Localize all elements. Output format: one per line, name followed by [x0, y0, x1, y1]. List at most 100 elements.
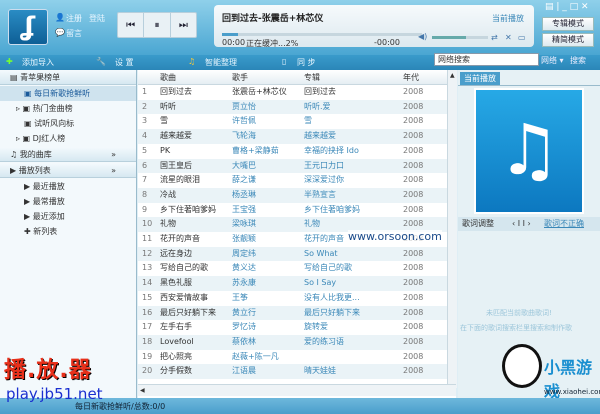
table-row[interactable]: 16 最后只好躺下来 黄立行 最后只好躺下来 2008 [138, 305, 448, 321]
header-song[interactable]: 歌曲 [160, 72, 176, 83]
year: 2008 [403, 292, 424, 302]
album: 旋转爱 [304, 322, 328, 332]
now-playing-link[interactable]: 当前播放 [492, 13, 524, 24]
row-index: 9 [142, 204, 148, 214]
lyric-adjust-bar: 歌词调整 ‹ I I › 歌词不正确 [458, 217, 600, 231]
row-index: 5 [142, 145, 148, 155]
playlist-added[interactable]: ▶ 最近添加 [0, 209, 136, 224]
table-row[interactable]: 5 PK 曹格+梁静茹 幸福的抉择 Ido 2008 [138, 144, 448, 159]
lyric-offset-control[interactable]: ‹ I I › [512, 217, 531, 231]
pause-button[interactable]: ⏸ [144, 13, 171, 37]
album: 深深爱过你 [304, 175, 344, 185]
table-row[interactable]: 8 冷战 杨丞琳 半熟宣言 2008 [138, 187, 448, 203]
previous-button[interactable]: ⏮ [118, 13, 145, 37]
song-title: 雪 [160, 116, 168, 126]
album: 听听.爱 [304, 101, 331, 111]
label: 我的曲库 [19, 150, 52, 159]
header-album[interactable]: 专辑 [304, 72, 320, 83]
table-row[interactable]: 7 流星的眼泪 薛之谦 深深爱过你 2008 [138, 173, 448, 188]
search-input[interactable]: 网络搜索 [434, 53, 539, 66]
year: 2008 [403, 263, 424, 273]
table-row[interactable]: 3 雪 许哲佩 雪 2008 [138, 114, 448, 129]
progress-bar[interactable] [222, 33, 422, 36]
song-title: 把心照亮 [160, 351, 192, 361]
volume-icon[interactable]: ◀) [418, 32, 427, 41]
register-link[interactable]: 注册 [66, 13, 82, 24]
vertical-scrollbar[interactable]: ▲ [447, 70, 457, 388]
singer: 王筝 [232, 292, 248, 302]
table-row[interactable]: 18 Lovefool 蔡依林 爱的练习语 2008 [138, 334, 448, 350]
playlist-most[interactable]: ▶ 最常播放 [0, 194, 136, 209]
table-row[interactable]: 19 把心照亮 赵薇+陈一凡 2008 [138, 350, 448, 365]
sync-button[interactable]: 同 步 [297, 57, 316, 68]
table-row[interactable]: 20 分手假数 江语晨 晴天娃娃 2008 [138, 364, 448, 379]
year: 2008 [403, 116, 424, 126]
smart-organize-button[interactable]: 智能整理 [205, 57, 237, 68]
row-index: 17 [142, 322, 153, 332]
song-title: 西安爱情故事 [160, 292, 208, 302]
album: 写给自己的歌 [304, 263, 352, 273]
window-controls[interactable]: ▤ | _ □ ✕ [545, 2, 589, 12]
row-index: 14 [142, 278, 153, 288]
header-year[interactable]: 年代 [403, 72, 419, 83]
year: 2008 [403, 366, 424, 376]
panda-watermark: 小黑游戏 www.xiaohei.com [500, 340, 600, 401]
next-button[interactable]: ⏭ [171, 13, 196, 37]
wrench-icon: 🔧 [96, 57, 106, 66]
search-button[interactable]: 搜索 [570, 55, 586, 66]
year: 2008 [403, 101, 424, 111]
message-link[interactable]: 留言 [66, 28, 82, 39]
sidebar-item-trial[interactable]: ▣ 试听风向标 [0, 116, 136, 131]
volume-slider[interactable] [432, 36, 488, 39]
table-row[interactable]: 9 乡下住著咱爹妈 王宝强 乡下住著咱爹妈 2008 [138, 203, 448, 218]
album: 越来越爱 [304, 131, 336, 141]
tab-now-playing[interactable]: 当前播放 [460, 72, 500, 85]
album: 没有人比我更... [304, 292, 360, 302]
song-title: 乡下住著咱爹妈 [160, 204, 216, 214]
new-playlist-button[interactable]: ✚ 新列表 [0, 224, 136, 239]
table-row[interactable]: 1 回到过去 张震岳+林芯仪 回到过去 2008 [138, 85, 448, 100]
singer: 杨丞琳 [232, 189, 256, 199]
singer: 罗忆诗 [232, 322, 256, 332]
login-link[interactable]: 登陆 [89, 13, 105, 24]
repeat-icon[interactable]: ⇄ [491, 33, 498, 42]
sidebar-item-daily[interactable]: ▣ 每日新歌抢鲜听 [0, 86, 136, 101]
app-logo: ʆ [8, 9, 48, 45]
singer: 王宝强 [232, 204, 256, 214]
year: 2008 [403, 204, 424, 214]
album: 回到过去 [304, 87, 336, 96]
row-index: 3 [142, 116, 148, 126]
add-import-button[interactable]: 添加导入 [22, 57, 54, 68]
table-row[interactable]: 2 听听 贾立怡 听听.爱 2008 [138, 99, 448, 115]
sidebar-section-playlists[interactable]: ▶ 播放列表» [0, 163, 136, 178]
label: 新列表 [33, 227, 58, 236]
label: 青苹果榜单 [20, 73, 61, 82]
table-row[interactable]: 4 越来越爱 飞轮海 越来越爱 2008 [138, 129, 448, 144]
simple-mode-button[interactable]: 精简模式 [542, 33, 594, 47]
playlist-recent[interactable]: ▶ 最近播放 [0, 179, 136, 194]
sidebar-section-library[interactable]: ♫ 我的曲库» [0, 147, 136, 162]
horizontal-scrollbar[interactable]: ◀ [138, 384, 456, 396]
year: 2008 [403, 278, 424, 288]
album-mode-button[interactable]: 专辑模式 [542, 17, 594, 31]
lyric-wrong-link[interactable]: 歌词不正确 [544, 217, 584, 231]
sidebar-item-hot[interactable]: ▹ ▣ 热门金曲榜 [0, 101, 136, 116]
mini-mode-icon[interactable]: ▭ [518, 33, 526, 42]
singer: 张震岳+林芯仪 [232, 87, 287, 96]
table-row[interactable]: 14 黑色礼服 苏永康 So I Say 2008 [138, 276, 448, 291]
song-title: 写给自己的歌 [160, 263, 208, 273]
table-row[interactable]: 17 左手右手 罗忆诗 旋转爱 2008 [138, 320, 448, 335]
settings-button[interactable]: 设 置 [115, 57, 134, 68]
label: 每日新歌抢鲜听 [34, 89, 91, 98]
sidebar-item-dj[interactable]: ▹ ▣ DJ红人榜 [0, 131, 136, 146]
header-singer[interactable]: 歌手 [232, 72, 248, 83]
shuffle-icon[interactable]: ✕ [505, 33, 512, 42]
search-scope-dropdown[interactable]: 网络 ▾ [541, 55, 564, 66]
add-icon: ✚ [6, 57, 13, 66]
table-row[interactable]: 6 国王皇后 大嘴巴 王元口力口 2008 [138, 158, 448, 174]
table-row[interactable]: 12 远在身边 周定纬 So What 2008 [138, 246, 448, 262]
song-title: 越来越爱 [160, 131, 192, 141]
sidebar-section-charts[interactable]: ▤ 青苹果榜单 [0, 70, 136, 85]
table-row[interactable]: 13 写给自己的歌 黄义达 写给自己的歌 2008 [138, 261, 448, 276]
table-row[interactable]: 15 西安爱情故事 王筝 没有人比我更... 2008 [138, 291, 448, 306]
